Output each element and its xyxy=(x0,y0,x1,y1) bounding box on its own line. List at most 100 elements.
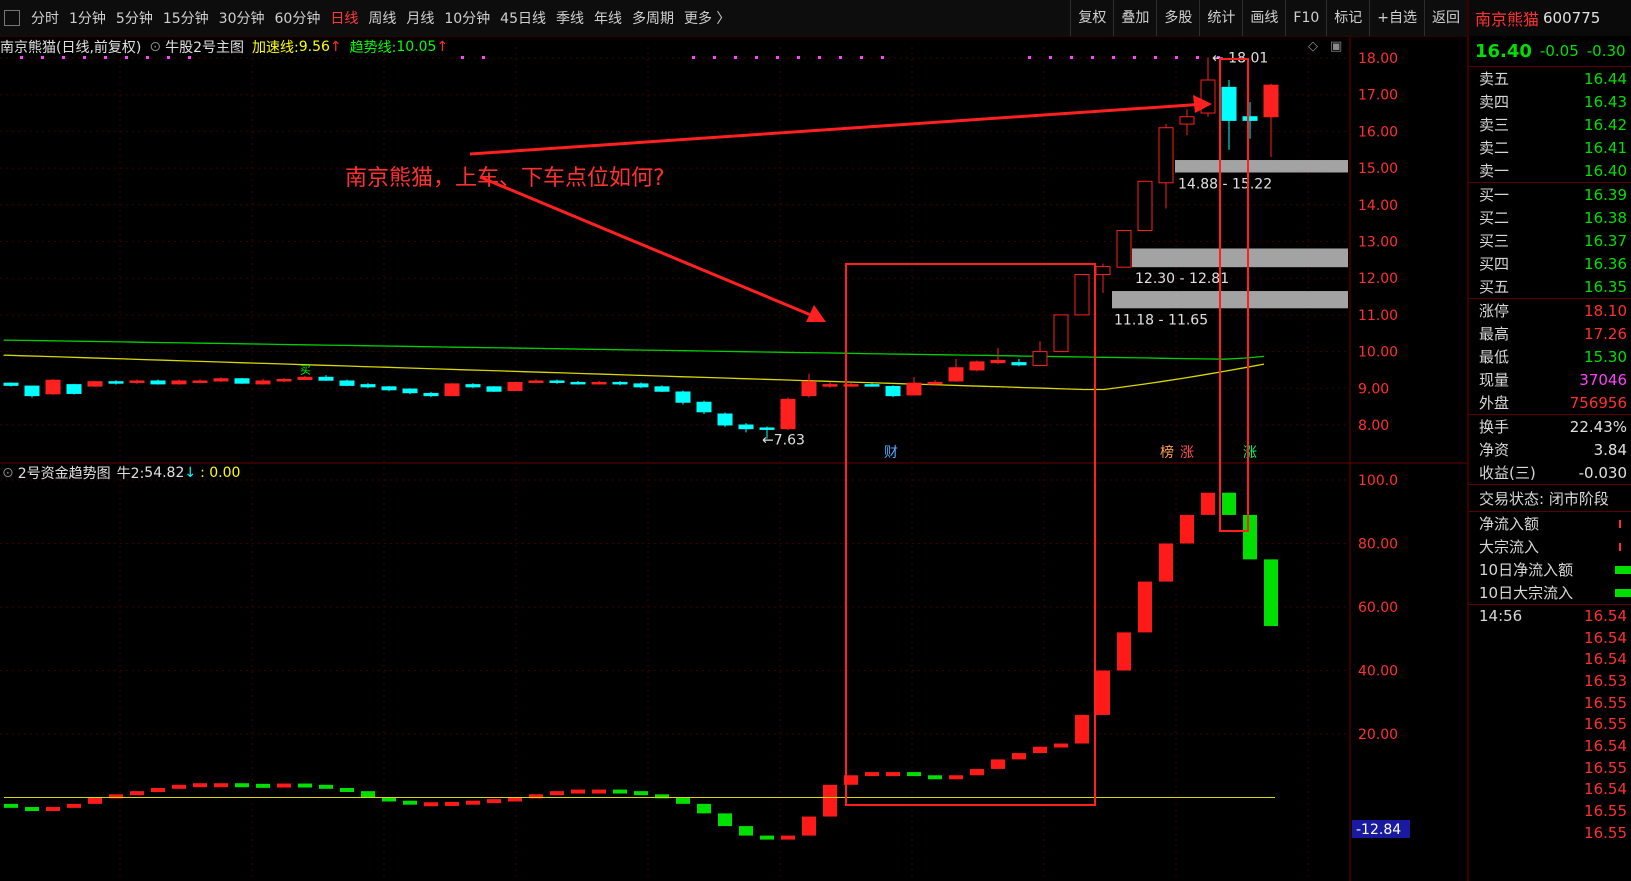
quote-value: 3.84 xyxy=(1593,440,1627,459)
flow-bar xyxy=(781,835,795,840)
flow-bar xyxy=(907,772,921,777)
toolbar-button[interactable]: F10 xyxy=(1285,0,1326,36)
tick-list: 14:56 16.54 16.54 16.54 16.53 16.55 16.55 16.54… xyxy=(1469,605,1631,844)
settings-icon[interactable]: ⊙ xyxy=(149,39,161,55)
sub-chart-title[interactable]: 2号资金趋势图 xyxy=(18,463,111,483)
period-tab[interactable]: 30分钟 xyxy=(219,8,265,28)
sub-tick-label: 100.0 xyxy=(1358,473,1398,489)
flow-bar xyxy=(1619,519,1621,528)
quote-value: 16.37 xyxy=(1584,231,1627,250)
candle-body xyxy=(318,376,334,381)
period-tab[interactable]: 分时 xyxy=(31,8,59,28)
period-tab[interactable]: 季线 xyxy=(556,8,584,28)
quote-value: 22.43% xyxy=(1569,417,1627,436)
flow-bar xyxy=(571,789,585,794)
tick-row: 16.55 xyxy=(1469,692,1631,714)
price-tick-label: 11.00 xyxy=(1358,308,1398,324)
signal-dot xyxy=(839,56,842,59)
signal-dot xyxy=(1196,56,1199,59)
quote-label: 换手 xyxy=(1479,418,1510,436)
candle-body xyxy=(948,367,964,382)
candle-body xyxy=(801,381,817,397)
tick-row: 16.54 xyxy=(1469,648,1631,670)
tick-price: 16.55 xyxy=(1584,823,1627,842)
period-tab[interactable]: 15分钟 xyxy=(163,8,209,28)
period-tab[interactable]: 周线 xyxy=(368,8,396,28)
toolbar-button[interactable]: 复权 xyxy=(1070,0,1113,36)
low-label: ←7.63 xyxy=(762,433,805,449)
signal-dot xyxy=(797,56,800,59)
toolbar-button[interactable]: 标记 xyxy=(1326,0,1369,36)
kline-chart[interactable]: 18.00 17.00 16.00 15.00 14.00 13.00 12.00 11.00… xyxy=(0,37,1467,881)
zone-label: 14.88 - 15.22 xyxy=(1178,177,1272,193)
quote-value: 16.42 xyxy=(1584,115,1627,134)
chart-area: 18.00 17.00 16.00 15.00 14.00 13.00 12.00 11.00… xyxy=(0,37,1467,881)
candle-body xyxy=(297,376,313,380)
flow-bar xyxy=(1054,743,1068,748)
candle-body xyxy=(507,381,523,392)
quote-row: 买三 16.37 xyxy=(1469,229,1631,252)
quote-label: 涨停 xyxy=(1479,302,1510,320)
quote-label: 买五 xyxy=(1479,278,1510,296)
flow-bar xyxy=(1138,581,1152,633)
toolbar-button[interactable]: +自选 xyxy=(1369,0,1424,36)
toolbar-button[interactable]: 画线 xyxy=(1242,0,1285,36)
candle-body xyxy=(1116,229,1132,268)
period-tab[interactable]: 10分钟 xyxy=(444,8,490,28)
tick-row: 16.55 xyxy=(1469,800,1631,822)
toolbar-button[interactable]: 返回 xyxy=(1424,0,1467,36)
flow-bar xyxy=(466,800,480,805)
signal-dot xyxy=(1175,56,1178,59)
indicator-name[interactable]: 牛股2号主图 xyxy=(165,37,244,57)
sub-tick-label: 40.00 xyxy=(1358,664,1398,680)
signal-dot xyxy=(1154,56,1157,59)
flow-bar xyxy=(1201,492,1215,515)
flow-bar xyxy=(508,797,522,802)
period-tab[interactable]: 5分钟 xyxy=(116,8,153,28)
up-arrow-icon: ↑ xyxy=(436,39,449,55)
period-tab[interactable]: 1分钟 xyxy=(69,8,106,28)
period-tab[interactable]: 45日线 xyxy=(500,8,546,28)
quote-label: 买一 xyxy=(1479,186,1510,204)
flow-bar xyxy=(193,783,207,788)
quote-value: 16.44 xyxy=(1584,69,1627,88)
quote-value: 16.39 xyxy=(1584,185,1627,204)
flow-bar xyxy=(865,772,879,777)
panel-toggle-icon[interactable] xyxy=(4,10,20,26)
toolbar-button[interactable]: 叠加 xyxy=(1113,0,1156,36)
tick-price: 16.55 xyxy=(1584,715,1627,734)
flow-bar xyxy=(550,791,564,796)
quote-row: 收益(三) -0.030 xyxy=(1469,461,1631,484)
period-tab[interactable]: 多周期 xyxy=(632,8,674,28)
flow-bar xyxy=(235,783,249,788)
candle-body xyxy=(444,383,460,397)
flow-label: 净流入额 xyxy=(1479,515,1540,533)
price-tick-label: 8.00 xyxy=(1358,418,1389,434)
candle-body xyxy=(360,384,376,388)
toolbar-button[interactable]: 统计 xyxy=(1199,0,1242,36)
flow-bar xyxy=(25,807,39,812)
flow-bar xyxy=(613,789,627,794)
period-tab[interactable]: 60分钟 xyxy=(275,8,321,28)
flow-bar xyxy=(991,759,1005,769)
niu-label: 牛2: xyxy=(116,466,145,482)
period-tab[interactable]: 更多 〉 xyxy=(684,8,730,28)
quote-row: 买五 16.35 xyxy=(1469,275,1631,298)
quote-row: 最高 17.26 xyxy=(1469,322,1631,345)
flow-bar xyxy=(277,783,291,788)
flow-bar xyxy=(928,775,942,780)
price-line: 16.40 -0.05 -0.30 xyxy=(1469,36,1631,66)
quote-value: 15.30 xyxy=(1584,347,1627,366)
candle-body xyxy=(1179,116,1195,125)
signal-dot xyxy=(1049,56,1052,59)
period-tab[interactable]: 月线 xyxy=(406,8,434,28)
toolbar-button[interactable]: 多股 xyxy=(1156,0,1199,36)
candle-body xyxy=(1011,362,1027,366)
flow-bar xyxy=(886,772,900,777)
settings-icon[interactable]: ⊙ xyxy=(2,465,14,481)
period-tab[interactable]: 日线 xyxy=(330,8,358,28)
period-tab[interactable]: 年线 xyxy=(594,8,622,28)
candle-body xyxy=(822,384,838,387)
candle-body xyxy=(1095,265,1111,276)
quote-label: 卖三 xyxy=(1479,116,1510,134)
